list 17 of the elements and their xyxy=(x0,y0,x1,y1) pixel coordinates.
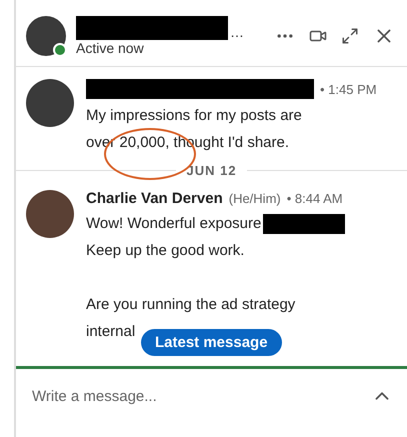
expand-icon[interactable] xyxy=(341,27,359,45)
pronouns: (He/Him) xyxy=(228,191,281,206)
message-time: • 1:45 PM xyxy=(320,82,377,96)
avatar xyxy=(26,190,74,238)
latest-message-button[interactable]: Latest message xyxy=(141,329,282,356)
name-ellipsis: … xyxy=(230,24,244,40)
status-text: Active now xyxy=(76,40,145,56)
avatar xyxy=(26,16,66,56)
date-divider: JUN 12 xyxy=(186,163,237,178)
sender-name: Charlie Van Derven xyxy=(86,190,223,207)
message-text: Are you running the ad strategy xyxy=(86,295,296,315)
avatar xyxy=(26,79,74,127)
message-text: Wow! Wonderful exposure xyxy=(86,214,262,234)
message-text: Keep up the good work. xyxy=(86,241,244,261)
message-text: internal xyxy=(86,322,136,342)
message-text: My impressions for my posts are xyxy=(86,106,302,126)
message-time: • 8:44 AM xyxy=(286,191,343,206)
